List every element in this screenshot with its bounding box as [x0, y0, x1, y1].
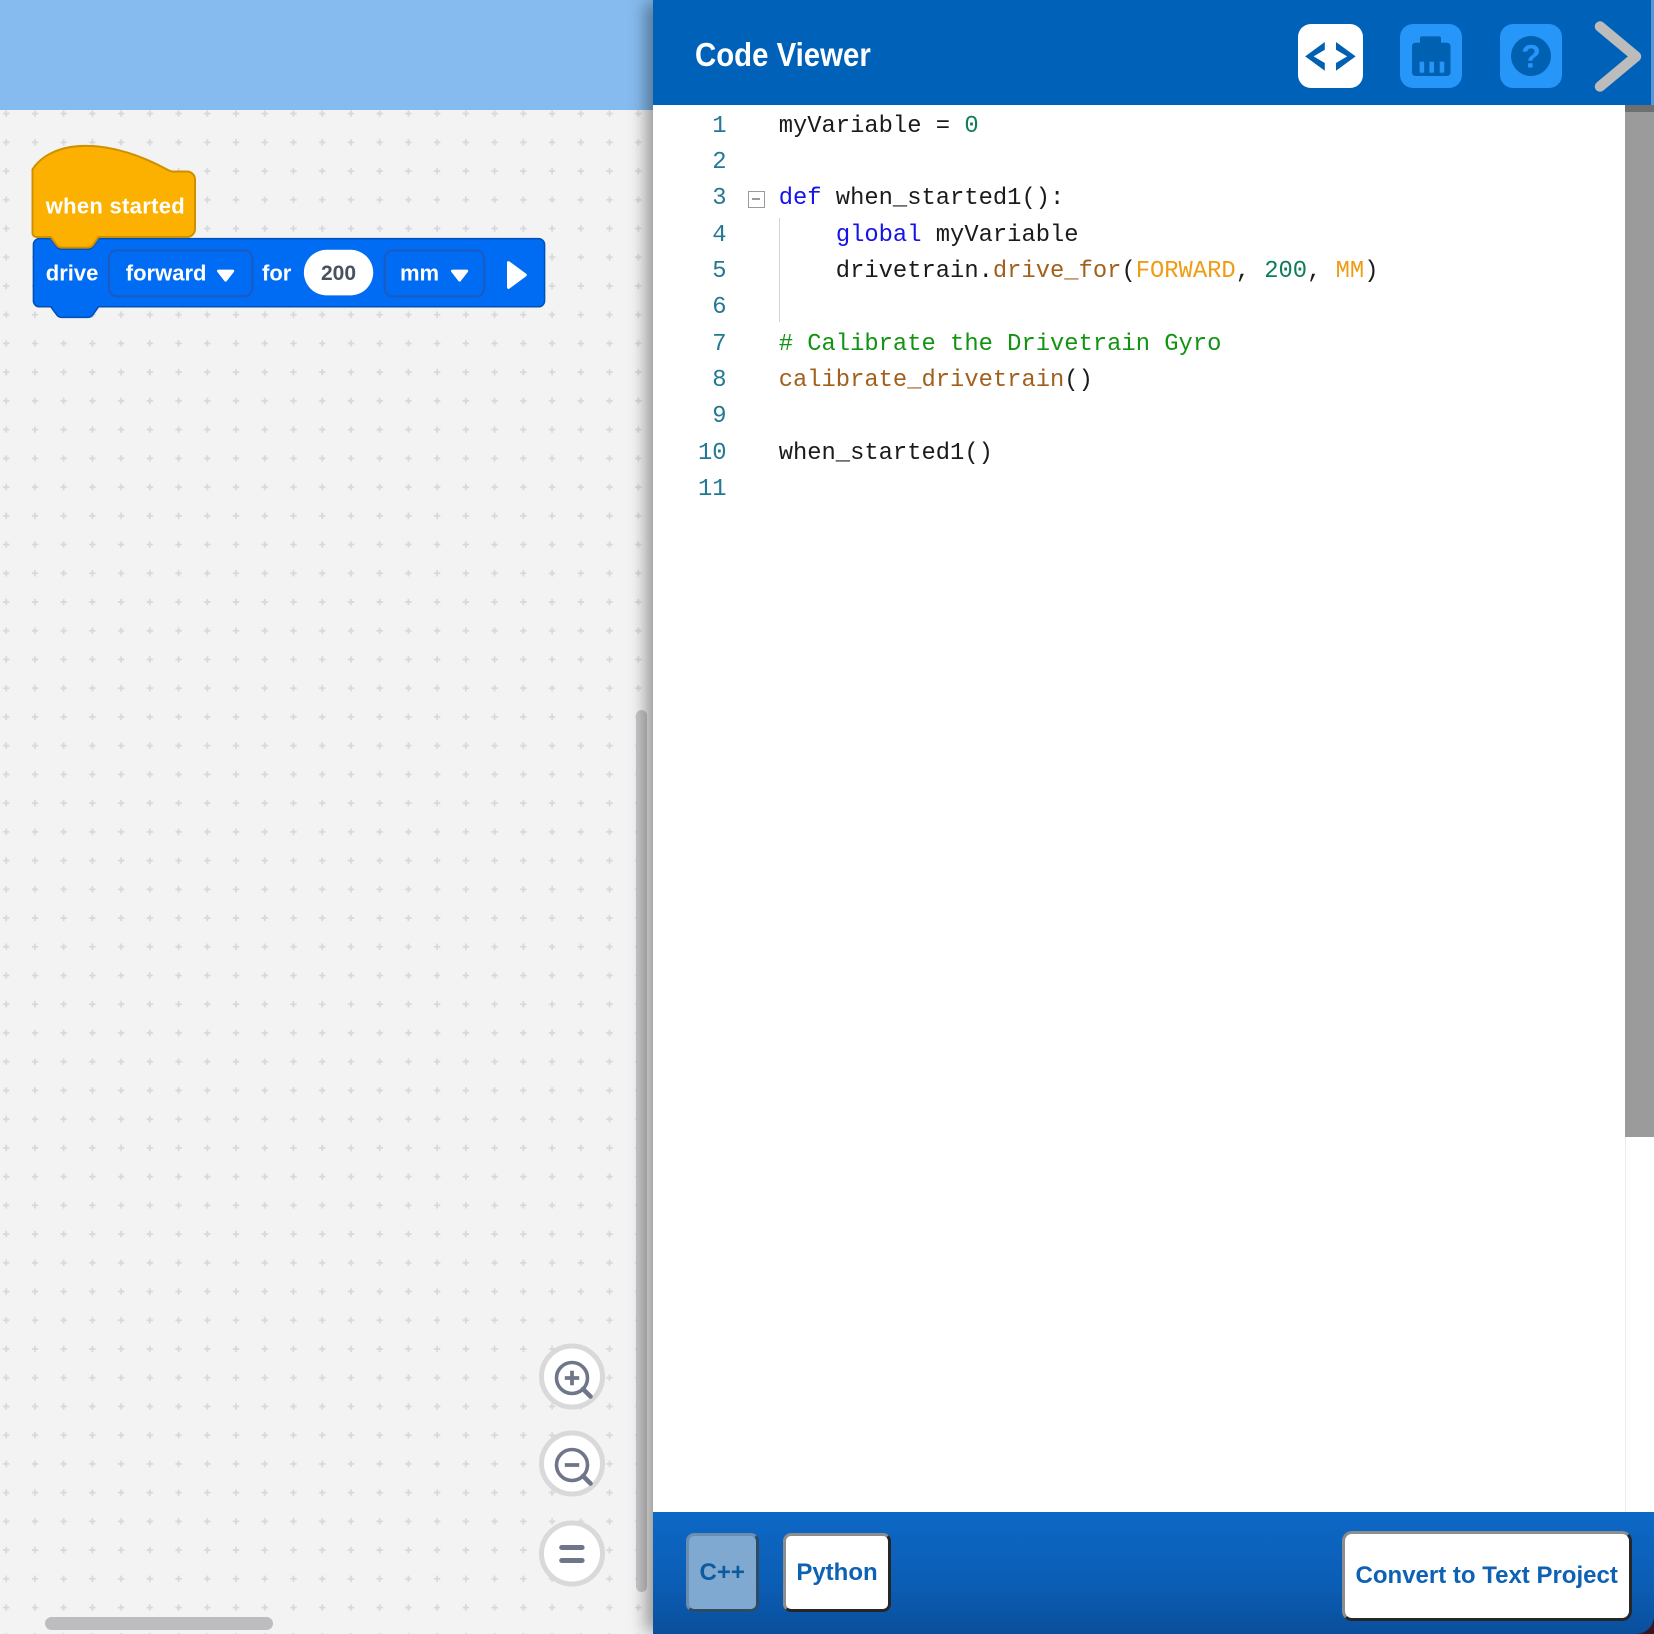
- svg-text:mm: mm: [400, 260, 439, 285]
- svg-text:when started: when started: [45, 194, 185, 219]
- svg-text:?: ?: [1521, 39, 1541, 75]
- svg-text:200: 200: [321, 262, 356, 285]
- svg-text:for: for: [262, 260, 292, 285]
- svg-text:drive: drive: [46, 260, 99, 285]
- svg-text:forward: forward: [126, 260, 207, 285]
